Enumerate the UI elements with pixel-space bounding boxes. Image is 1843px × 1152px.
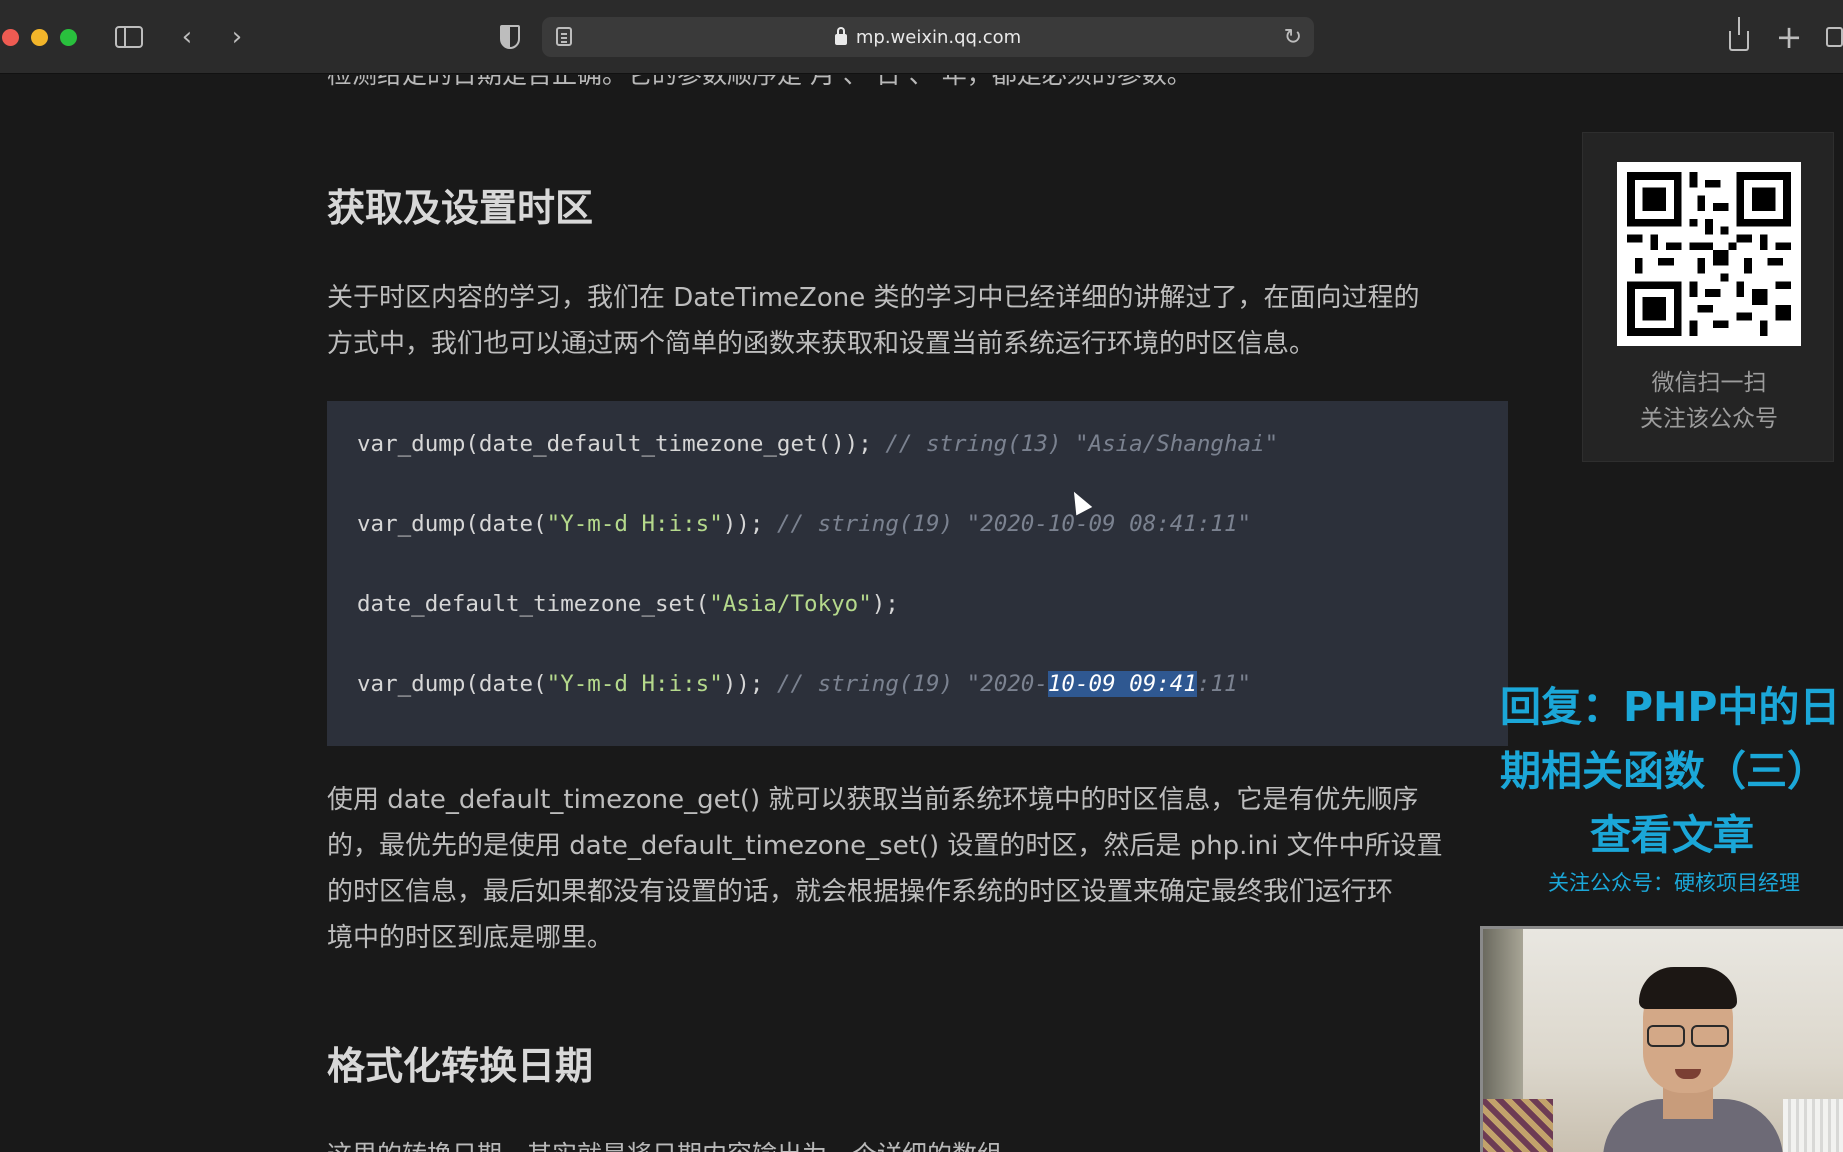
- code-line-1: var_dump(date_default_timezone_get()); /…: [357, 431, 1279, 457]
- paragraph-line: 的，最优先的是使用 date_default_timezone_set() 设置…: [327, 831, 1443, 861]
- code-line-3: date_default_timezone_set("Asia/Tokyo");: [357, 591, 899, 617]
- chevron-left-icon[interactable]: ‹: [172, 20, 202, 54]
- code-comment: // string(19) "2020-10-09 08:41:11": [776, 511, 1252, 537]
- qr-code-image: [1617, 162, 1801, 346]
- reload-icon[interactable]: ↻: [1284, 25, 1302, 50]
- tabs-icon[interactable]: [1826, 20, 1843, 54]
- section-heading-format: 格式化转换日期: [327, 1044, 594, 1088]
- zoom-window-button[interactable]: [60, 29, 77, 46]
- url-display[interactable]: mp.weixin.qq.com: [542, 17, 1314, 57]
- code-string: "Y-m-d H:i:s": [546, 511, 723, 537]
- share-icon[interactable]: [1724, 17, 1754, 54]
- plus-icon[interactable]: +: [1774, 18, 1804, 56]
- sidebar-icon[interactable]: [112, 20, 146, 54]
- code-line-2: var_dump(date("Y-m-d H:i:s")); // string…: [357, 511, 1252, 537]
- overlay-title-line3: 查看文章: [1590, 811, 1754, 859]
- paragraph-timezone-intro: 关于时区内容的学习，我们在 DateTimeZone 类的学习中已经详细的讲解过…: [327, 275, 1507, 367]
- paragraph-line: 使用 date_default_timezone_get() 就可以获取当前系统…: [327, 785, 1419, 815]
- overlay-subline: 关注公众号：硬核项目经理: [1548, 871, 1800, 895]
- code-string: "Asia/Tokyo": [709, 591, 872, 617]
- paragraph-line: 方式中，我们也可以通过两个简单的函数来获取和设置当前系统运行环境的时区信息。: [327, 329, 1316, 359]
- minimize-window-button[interactable]: [31, 29, 48, 46]
- paragraph-line: 境中的时区到底是哪里。: [327, 923, 614, 953]
- code-line-4: var_dump(date("Y-m-d H:i:s")); // string…: [357, 671, 1252, 697]
- shield-icon[interactable]: [496, 20, 524, 54]
- qr-caption-line1: 微信扫一扫: [1651, 370, 1767, 396]
- webcam-video: [1480, 926, 1843, 1152]
- overlay-title-line1: 回复：PHP中的日: [1500, 683, 1841, 731]
- chevron-right-icon[interactable]: ›: [222, 20, 252, 54]
- paragraph-cut-bottom: 这里的转换日期，其实就是将日期内容输出为一个详细的数组。: [327, 1135, 1027, 1152]
- code-string: "Y-m-d H:i:s": [546, 671, 723, 697]
- close-window-button[interactable]: [2, 29, 19, 46]
- url-text: mp.weixin.qq.com: [855, 26, 1022, 48]
- section-heading-timezone: 获取及设置时区: [327, 186, 594, 230]
- code-comment: // string(13) "Asia/Shanghai": [885, 431, 1279, 457]
- qr-code-icon: [1627, 172, 1791, 336]
- overlay-title-line2: 期相关函数（三）: [1500, 747, 1828, 795]
- paragraph-cut-top: 检测给定的日期是否正确。它的参数顺序是 月 、 日 、 年，都是必须的参数。: [327, 75, 1192, 91]
- code-comment: // string(19) "2020-: [776, 671, 1048, 697]
- qr-code-card: 微信扫一扫 关注该公众号: [1582, 132, 1834, 462]
- address-bar[interactable]: mp.weixin.qq.com ↻: [542, 17, 1314, 57]
- lock-icon: [834, 26, 847, 45]
- code-block: var_dump(date_default_timezone_get()); /…: [327, 401, 1508, 746]
- text-selection-highlight[interactable]: 10-09 09:41: [1047, 671, 1197, 697]
- paragraph-timezone-explanation: 使用 date_default_timezone_get() 就可以获取当前系统…: [327, 777, 1507, 961]
- qr-caption-line2: 关注该公众号: [1640, 406, 1778, 432]
- browser-toolbar: ‹ › mp.weixin.qq.com ↻ +: [0, 0, 1843, 74]
- paragraph-line: 关于时区内容的学习，我们在 DateTimeZone 类的学习中已经详细的讲解过…: [327, 283, 1420, 313]
- paragraph-line: 的时区信息，最后如果都没有设置的话，就会根据操作系统的时区设置来确定最终我们运行…: [327, 877, 1394, 907]
